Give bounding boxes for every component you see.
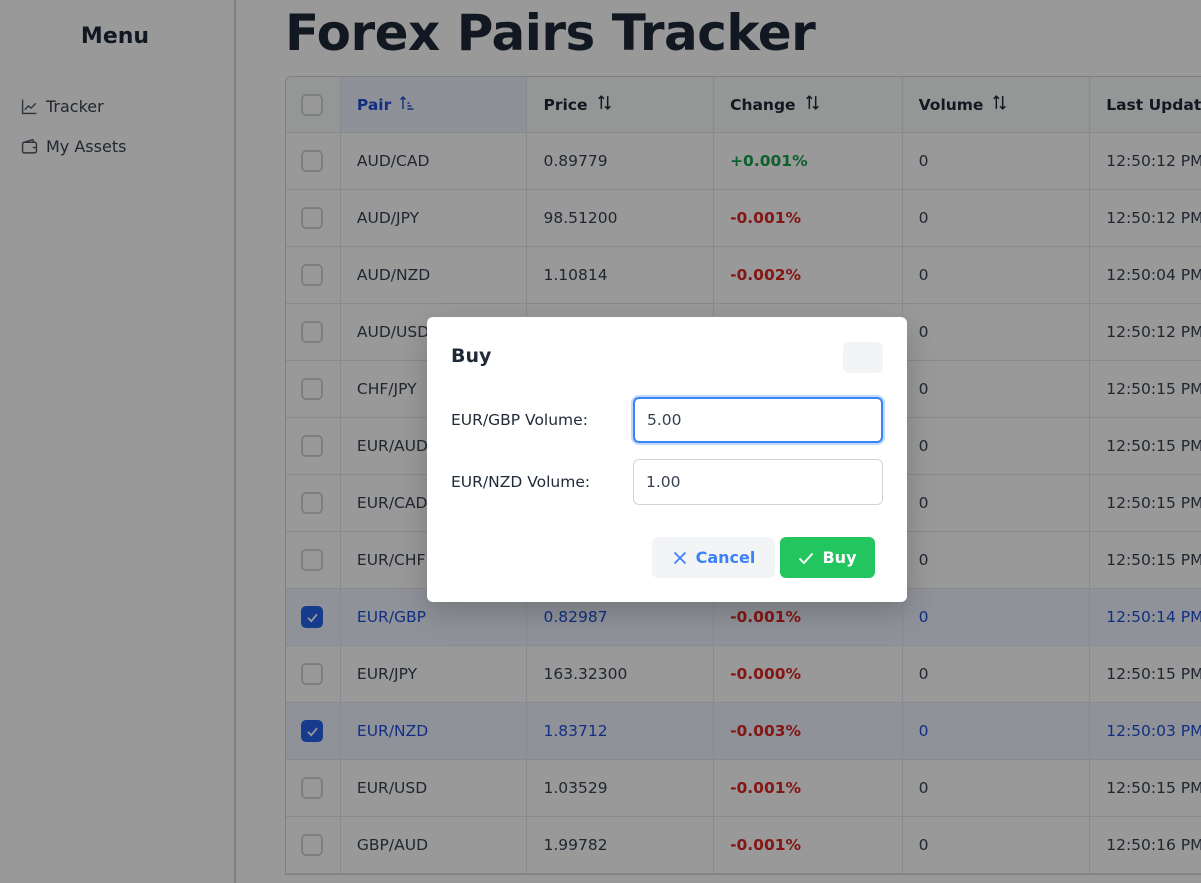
eur-gbp-volume-label: EUR/GBP Volume: xyxy=(451,411,588,429)
cancel-button[interactable]: Cancel xyxy=(652,537,775,578)
eur-gbp-volume-input[interactable] xyxy=(633,397,883,443)
eur-nzd-volume-label: EUR/NZD Volume: xyxy=(451,473,591,491)
close-button[interactable] xyxy=(843,342,883,373)
buy-dialog: Buy EUR/GBP Volume: EUR/NZD Volume: Canc… xyxy=(427,317,907,602)
buy-button[interactable]: Buy xyxy=(780,537,875,578)
check-icon xyxy=(799,552,814,564)
close-icon xyxy=(673,551,686,564)
dialog-title: Buy xyxy=(451,345,492,367)
cancel-button-label: Cancel xyxy=(695,548,756,567)
buy-button-label: Buy xyxy=(822,548,857,567)
eur-nzd-volume-input[interactable] xyxy=(633,459,883,505)
